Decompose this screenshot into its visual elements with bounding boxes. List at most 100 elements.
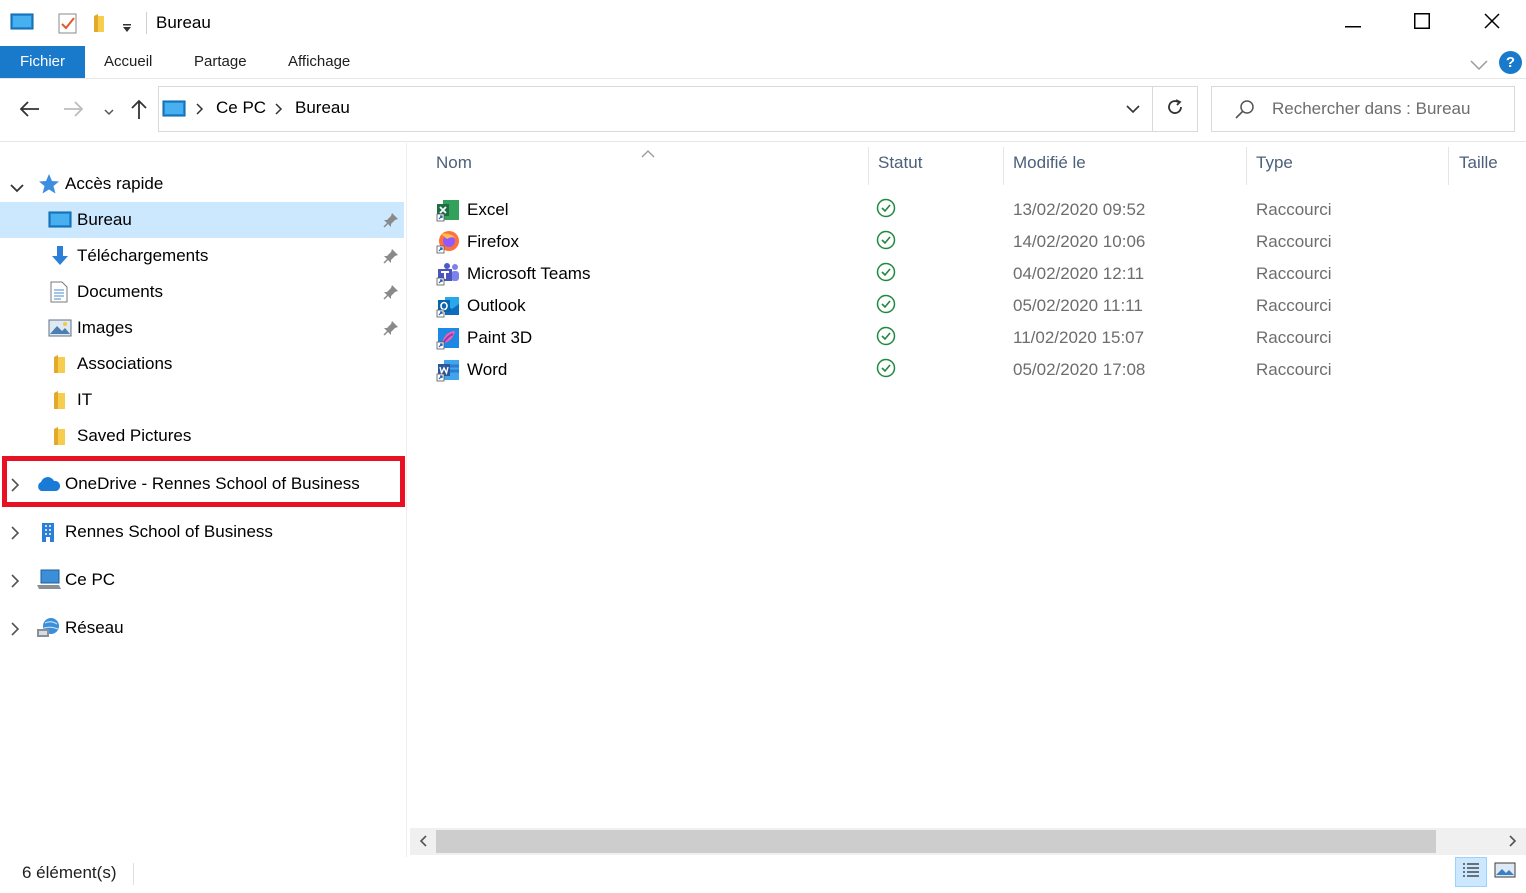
column-header-type[interactable]: Type <box>1256 153 1293 173</box>
nav-label: Ce PC <box>65 570 116 589</box>
pin-icon[interactable] <box>383 284 399 305</box>
sync-ok-check-icon <box>876 326 896 351</box>
file-type: Raccourci <box>1256 232 1332 251</box>
column-divider[interactable] <box>868 147 869 185</box>
address-history-dropdown[interactable] <box>1114 87 1152 131</box>
breadcrumb-chevron-icon[interactable] <box>196 101 204 121</box>
title-separator <box>146 12 147 34</box>
file-row-paint-3d[interactable]: Paint 3D 11/02/2020 15:07 Raccourci <box>430 322 1430 354</box>
chevron-right-icon[interactable] <box>10 525 20 545</box>
customize-dropdown-icon[interactable] <box>121 18 133 38</box>
file-name: Outlook <box>467 296 526 315</box>
column-divider[interactable] <box>1246 147 1247 185</box>
breadcrumb-chevron-icon[interactable] <box>275 101 283 121</box>
close-button[interactable] <box>1457 0 1526 46</box>
pin-icon[interactable] <box>383 320 399 341</box>
pin-icon[interactable] <box>383 248 399 269</box>
column-divider[interactable] <box>1448 147 1449 185</box>
tab-accueil[interactable]: Accueil <box>104 46 152 78</box>
properties-icon[interactable] <box>58 12 78 39</box>
scroll-right-button[interactable] <box>1500 828 1526 855</box>
breadcrumb-ce-pc[interactable]: Ce PC <box>216 98 266 118</box>
forward-button[interactable] <box>61 98 87 124</box>
chevron-right-icon[interactable] <box>10 573 20 593</box>
paint3d-icon <box>436 326 460 355</box>
horizontal-scrollbar[interactable] <box>410 828 1526 855</box>
nav-item-it[interactable]: IT <box>0 382 404 418</box>
nav-item-bureau[interactable]: Bureau <box>0 202 404 238</box>
nav-label: IT <box>77 390 93 409</box>
arrow-left-icon <box>18 100 40 123</box>
new-folder-icon[interactable] <box>92 12 108 39</box>
minimize-button[interactable] <box>1318 0 1388 46</box>
desktop-icon[interactable] <box>10 12 34 37</box>
column-header-taille[interactable]: Taille <box>1459 153 1498 173</box>
file-modified-date: 04/02/2020 12:11 <box>1013 264 1145 283</box>
network-icon <box>36 617 62 644</box>
column-header-statut[interactable]: Statut <box>878 153 922 173</box>
address-toolbar: Ce PC Bureau Rechercher dans : Bureau <box>0 80 1526 142</box>
nav-item-telechargements[interactable]: Téléchargements <box>0 238 404 274</box>
scrollbar-thumb[interactable] <box>436 830 1436 853</box>
minimize-icon <box>1345 13 1361 33</box>
large-icons-view-button[interactable] <box>1489 857 1521 887</box>
up-button[interactable] <box>126 98 152 124</box>
nav-item-ce-pc[interactable]: Ce PC <box>0 562 404 598</box>
desktop-icon <box>48 211 72 234</box>
file-modified-date: 05/02/2020 17:08 <box>1013 360 1146 379</box>
pin-icon[interactable] <box>383 212 399 233</box>
chevron-right-icon[interactable] <box>10 621 20 641</box>
nav-item-images[interactable]: Images <box>0 310 404 346</box>
excel-icon <box>436 198 460 227</box>
tab-fichier[interactable]: Fichier <box>0 46 85 78</box>
this-pc-icon <box>36 569 62 596</box>
search-box[interactable]: Rechercher dans : Bureau <box>1211 86 1515 132</box>
arrow-right-icon <box>63 100 85 123</box>
nav-label: Réseau <box>65 618 124 637</box>
documents-icon <box>50 281 68 308</box>
file-row-excel[interactable]: Excel 13/02/2020 09:52 Raccourci <box>430 194 1430 226</box>
file-row-microsoft-teams[interactable]: Microsoft Teams 04/02/2020 12:11 Raccour… <box>430 258 1430 290</box>
nav-item-saved-pictures[interactable]: Saved Pictures <box>0 418 404 454</box>
tab-partage[interactable]: Partage <box>194 46 247 78</box>
chevron-down-icon <box>103 101 115 121</box>
file-type: Raccourci <box>1256 296 1332 315</box>
nav-item-reseau[interactable]: Réseau <box>0 610 404 646</box>
breadcrumb-bureau[interactable]: Bureau <box>295 98 350 118</box>
nav-label: Images <box>77 318 133 337</box>
file-modified-date: 14/02/2020 10:06 <box>1013 232 1146 251</box>
sync-ok-check-icon <box>876 230 896 255</box>
file-name: Firefox <box>467 232 519 251</box>
column-divider[interactable] <box>1003 147 1004 185</box>
maximize-button[interactable] <box>1387 0 1457 46</box>
ribbon-tabs: Fichier Accueil Partage Affichage ? <box>0 46 1526 79</box>
file-row-firefox[interactable]: Firefox 14/02/2020 10:06 Raccourci <box>430 226 1430 258</box>
file-row-word[interactable]: Word 05/02/2020 17:08 Raccourci <box>430 354 1430 386</box>
nav-item-documents[interactable]: Documents <box>0 274 404 310</box>
nav-quick-access[interactable]: Accès rapide <box>0 166 404 202</box>
back-button[interactable] <box>16 98 42 124</box>
ribbon-expand-chevron-icon[interactable] <box>1470 56 1488 76</box>
scroll-left-button[interactable] <box>410 828 436 855</box>
help-button[interactable]: ? <box>1499 51 1522 74</box>
refresh-button[interactable] <box>1152 87 1197 131</box>
file-row-outlook[interactable]: Outlook 05/02/2020 11:11 Raccourci <box>430 290 1430 322</box>
nav-item-rennes-school[interactable]: Rennes School of Business <box>0 514 404 550</box>
recent-locations-button[interactable] <box>96 98 122 124</box>
building-icon <box>40 521 56 548</box>
desktop-icon <box>162 100 186 123</box>
chevron-down-icon[interactable] <box>10 178 24 198</box>
file-name: Microsoft Teams <box>467 264 591 283</box>
details-view-button[interactable] <box>1455 857 1487 887</box>
tab-affichage[interactable]: Affichage <box>288 46 350 78</box>
column-header-modifie[interactable]: Modifié le <box>1013 153 1086 173</box>
search-input[interactable]: Rechercher dans : Bureau <box>1272 99 1470 119</box>
details-view-icon <box>1461 861 1481 884</box>
column-header-nom[interactable]: Nom <box>436 153 472 173</box>
address-bar[interactable]: Ce PC Bureau <box>158 86 1198 132</box>
close-icon <box>1484 12 1500 34</box>
nav-label: Rennes School of Business <box>65 522 273 541</box>
nav-item-associations[interactable]: Associations <box>0 346 404 382</box>
nav-label: Documents <box>77 282 163 301</box>
teams-icon <box>436 262 460 291</box>
